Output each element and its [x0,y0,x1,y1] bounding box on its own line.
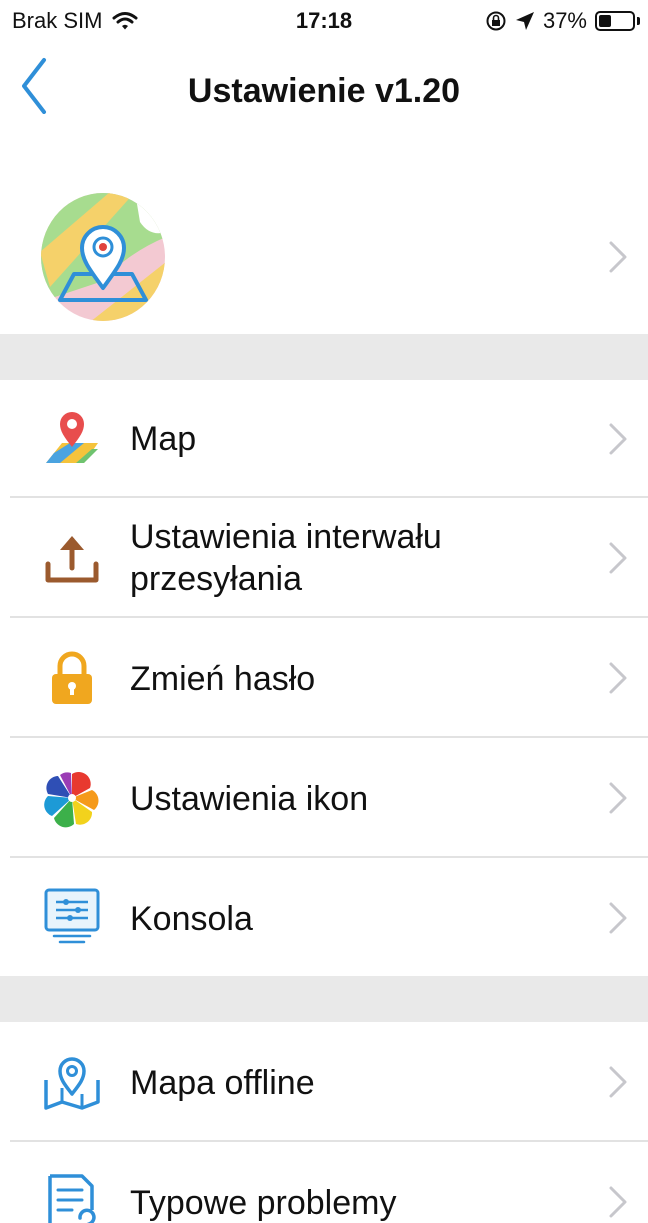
pinwheel-icon [44,771,99,828]
offline-map-icon [44,1057,100,1110]
chevron-right-icon [609,1066,627,1098]
chevron-right-icon [609,423,627,455]
faq-document-icon [48,1174,96,1223]
menu-item-label: Map [130,420,197,458]
chevron-right-icon [609,902,627,934]
menu-item-label: Konsola [130,900,253,938]
menu-item-label: Ustawienia interwału przesyłania [130,518,442,598]
menu-item-upload-interval[interactable]: Ustawienia interwału przesyłania [0,498,648,618]
lock-icon [52,651,92,704]
rotation-lock-icon [486,11,506,31]
chevron-right-icon [609,241,627,273]
menu-item-label: Mapa offline [130,1064,315,1102]
menu-item-console[interactable]: Konsola [0,858,648,976]
menu-item-label: Ustawienia ikon [130,780,369,818]
map-pin-avatar-icon [41,193,165,321]
menu-item-label: Typowe problemy [130,1184,397,1222]
chevron-right-icon [609,662,627,694]
chevron-right-icon [609,782,627,814]
navigation-bar: Ustawienie v1.20 [0,44,648,144]
menu-item-label: Zmień hasło [130,660,316,698]
status-right: 37% [485,8,640,34]
map-icon [46,412,98,463]
section-separator [0,334,648,380]
menu-item-icon-settings[interactable]: Ustawienia ikon [0,738,648,858]
status-bar: Brak SIM 17:18 37% [0,0,648,44]
menu-item-offline-map[interactable]: Mapa offline [0,1022,648,1142]
battery-icon [595,11,635,31]
battery-fill [599,15,611,27]
battery-tip [637,17,640,25]
chevron-right-icon [609,542,627,574]
location-arrow-icon [515,12,534,30]
upload-icon [45,536,99,583]
battery-percent: 37% [542,8,587,33]
menu-item-faq[interactable]: Typowe problemy [0,1142,648,1223]
section-separator [0,976,648,1022]
menu-item-map[interactable]: Map [0,380,648,498]
console-icon [44,888,100,944]
menu-item-change-password[interactable]: Zmień hasło [0,618,648,738]
profile-row[interactable] [0,178,648,334]
page-title: Ustawienie v1.20 [187,72,461,110]
chevron-right-icon [609,1186,627,1218]
